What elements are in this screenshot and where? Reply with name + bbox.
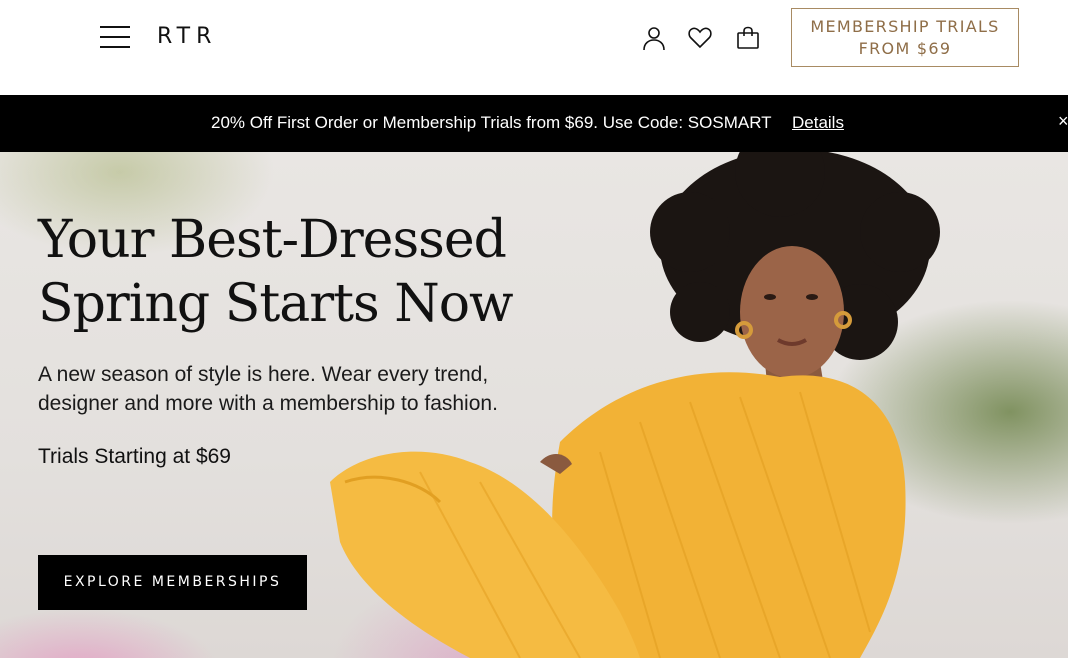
promo-text: 20% Off First Order or Membership Trials… <box>211 113 772 132</box>
hero-trials-text: Trials Starting at $69 <box>38 445 231 468</box>
site-logo[interactable]: RTR <box>157 24 217 49</box>
site-header: RTR MEMBERSHIP TRIALS FROM $69 <box>0 0 1068 95</box>
hero-title-line2: Spring Starts Now <box>38 274 514 334</box>
hero-subtitle: A new season of style is here. Wear ever… <box>38 363 498 415</box>
membership-button-line1: MEMBERSHIP TRIALS <box>810 17 1000 36</box>
account-icon[interactable] <box>641 25 667 51</box>
close-icon[interactable]: × <box>1058 111 1068 132</box>
hero-title-line1: Your Best-Dressed <box>38 210 507 270</box>
membership-button-line2: FROM $69 <box>858 39 952 58</box>
explore-memberships-button[interactable]: EXPLORE MEMBERSHIPS <box>38 555 307 610</box>
hero-section: Your Best-Dressed Spring Starts Now A ne… <box>0 152 1068 658</box>
heart-icon[interactable] <box>687 25 713 51</box>
promo-banner: 20% Off First Order or Membership Trials… <box>0 95 1068 152</box>
hero-title: Your Best-Dressed Spring Starts Now <box>38 208 598 336</box>
promo-details-link[interactable]: Details <box>792 113 844 133</box>
hamburger-menu-icon[interactable] <box>100 26 130 48</box>
shopping-bag-icon[interactable] <box>735 25 761 51</box>
membership-trials-button[interactable]: MEMBERSHIP TRIALS FROM $69 <box>791 8 1019 67</box>
